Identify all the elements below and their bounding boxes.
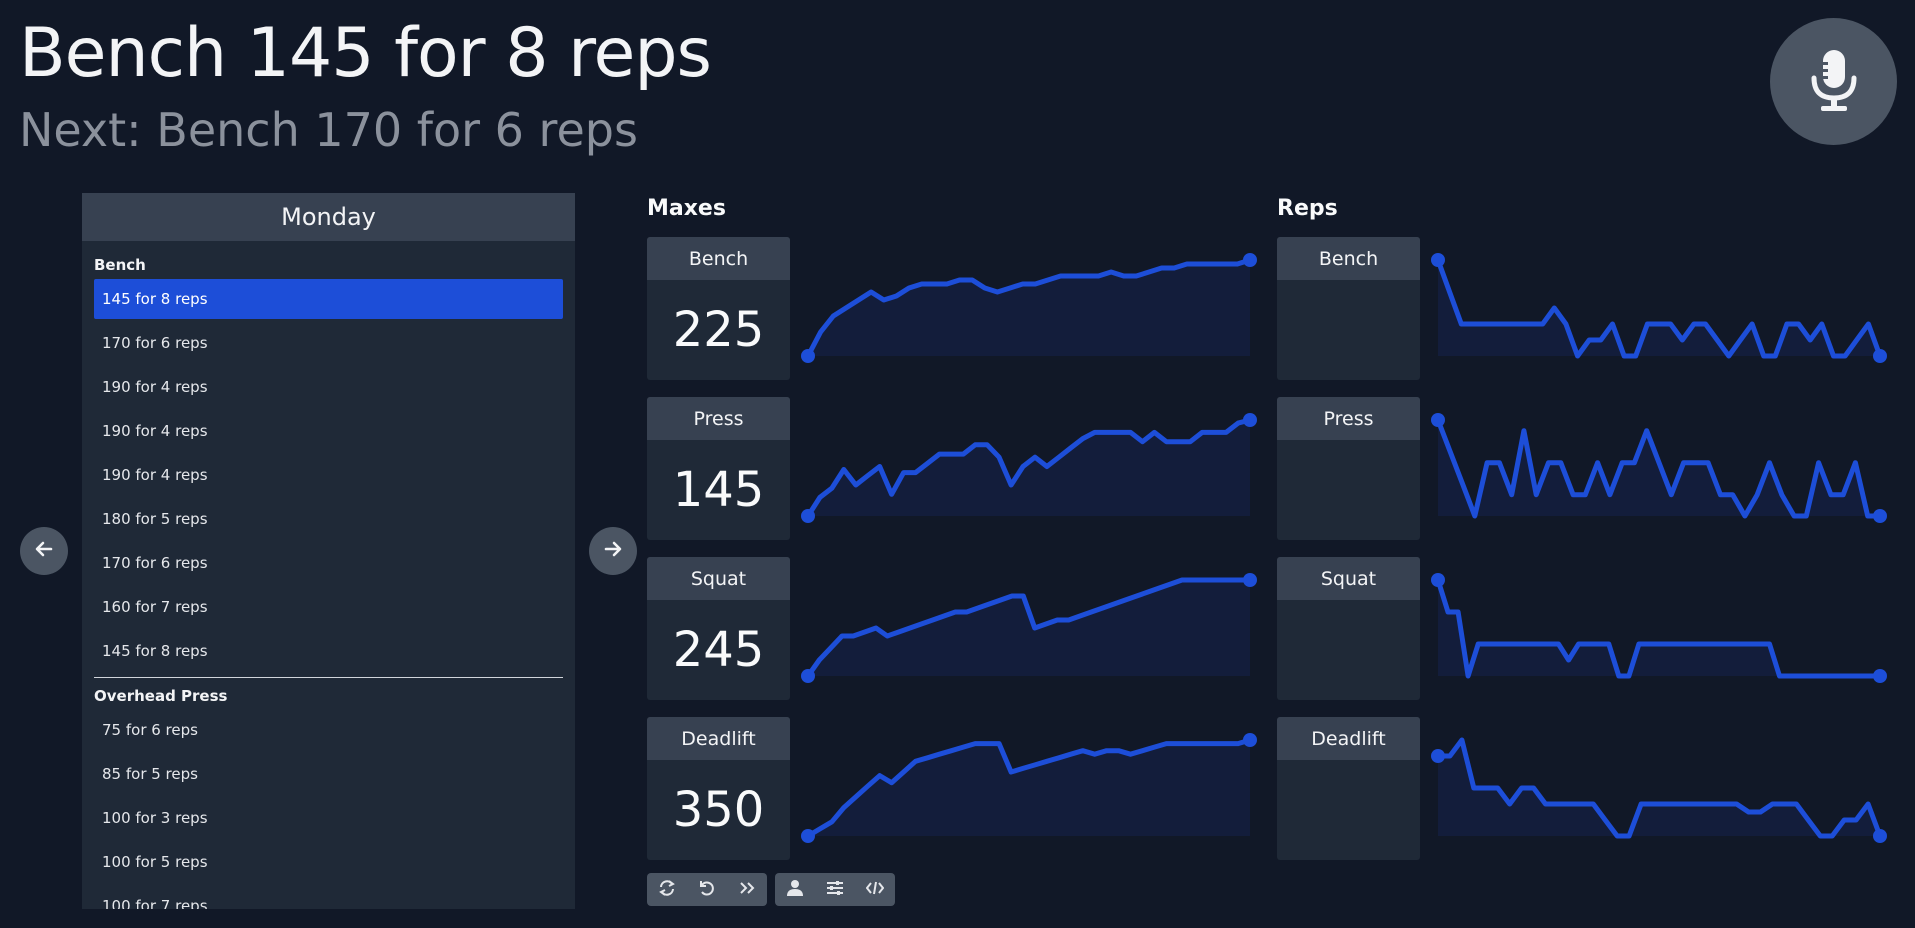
sparkline-end-point (1873, 509, 1887, 523)
undo-button[interactable] (687, 873, 727, 906)
reps-card-label: Deadlift (1277, 717, 1420, 760)
deadlift-max-chart (801, 733, 1257, 843)
next-day-button[interactable] (589, 527, 637, 575)
sparkline-area (808, 740, 1250, 836)
squat-reps-chart (1431, 573, 1887, 683)
arrow-left-icon (35, 540, 53, 562)
next-set-subtitle: Next: Bench 170 for 6 reps (19, 103, 638, 157)
set-list-item[interactable]: 100 for 5 reps (94, 842, 563, 882)
sparkline-area (808, 260, 1250, 356)
bench-max-chart (801, 253, 1257, 363)
reps-card-label: Bench (1277, 237, 1420, 280)
code-icon (865, 879, 885, 901)
deadlift-reps-chart (1431, 737, 1887, 843)
toolbar-group-session (647, 873, 767, 906)
sparkline-start-point (801, 669, 815, 683)
reps-card-squat: Squat (1277, 557, 1420, 700)
day-panel: Monday Bench 145 for 8 reps 170 for 6 reps… (82, 193, 575, 909)
current-set-title: Bench 145 for 8 reps (19, 14, 712, 93)
sparkline-start-point (1431, 573, 1445, 587)
max-card-deadlift: Deadlift 350 (647, 717, 790, 860)
reps-card-bench: Bench (1277, 237, 1420, 380)
sparkline-start-point (801, 829, 815, 843)
set-list-item[interactable]: 100 for 7 reps (94, 886, 563, 909)
reps-card-deadlift: Deadlift (1277, 717, 1420, 860)
sparkline-area (1438, 740, 1880, 836)
arrow-right-icon (604, 540, 622, 562)
profile-button[interactable] (775, 873, 815, 906)
exercise-group-label: Bench (94, 256, 146, 274)
sliders-icon (826, 879, 844, 901)
sparkline-start-point (1431, 253, 1445, 267)
max-card-bench: Bench 225 (647, 237, 790, 380)
max-card-label: Deadlift (647, 717, 790, 760)
sparkline-end-point (1873, 829, 1887, 843)
reps-card-press: Press (1277, 397, 1420, 540)
sparkline-end-point (1873, 669, 1887, 683)
set-list-item[interactable]: 100 for 3 reps (94, 798, 563, 838)
max-card-value: 145 (672, 462, 765, 518)
group-divider (94, 677, 563, 678)
toolbar-group-settings (775, 873, 895, 906)
maxes-title: Maxes (647, 196, 726, 221)
bench-reps-chart (1431, 253, 1887, 363)
microphone-icon (1808, 48, 1860, 116)
squat-max-chart (801, 573, 1257, 683)
set-list-item[interactable]: 170 for 6 reps (94, 543, 563, 583)
reps-title: Reps (1277, 196, 1338, 221)
sparkline-start-point (1431, 749, 1445, 763)
day-sets: Bench 145 for 8 reps 170 for 6 reps 190 for… (82, 241, 575, 909)
set-list-item[interactable]: 180 for 5 reps (94, 499, 563, 539)
undo-icon (698, 879, 716, 901)
set-list-item[interactable]: 170 for 6 reps (94, 323, 563, 363)
microphone-button[interactable] (1770, 18, 1897, 145)
sparkline-end-point (1243, 413, 1257, 427)
set-list-item[interactable]: 85 for 5 reps (94, 754, 563, 794)
sparkline-end-point (1243, 573, 1257, 587)
set-list-item[interactable]: 190 for 4 reps (94, 411, 563, 451)
user-icon (786, 879, 804, 901)
skip-button[interactable] (727, 873, 767, 906)
previous-day-button[interactable] (20, 527, 68, 575)
refresh-button[interactable] (647, 873, 687, 906)
sparkline-end-point (1243, 733, 1257, 747)
max-card-value: 245 (672, 622, 765, 678)
max-card-press: Press 145 (647, 397, 790, 540)
sparkline-area (1438, 260, 1880, 356)
max-card-value: 225 (672, 302, 765, 358)
sparkline-end-point (1243, 253, 1257, 267)
sparkline-area (1438, 580, 1880, 676)
set-list-item[interactable]: 145 for 8 reps (94, 279, 563, 319)
set-list-item[interactable]: 145 for 8 reps (94, 631, 563, 671)
settings-button[interactable] (815, 873, 855, 906)
max-card-value: 350 (672, 782, 765, 838)
max-card-squat: Squat 245 (647, 557, 790, 700)
sparkline-start-point (801, 509, 815, 523)
set-list-item[interactable]: 75 for 6 reps (94, 710, 563, 750)
code-button[interactable] (855, 873, 895, 906)
press-reps-chart (1431, 413, 1887, 523)
set-list-item[interactable]: 190 for 4 reps (94, 367, 563, 407)
max-card-label: Press (647, 397, 790, 440)
sparkline-start-point (801, 349, 815, 363)
refresh-icon (658, 879, 676, 901)
skip-forward-icon (738, 879, 756, 901)
press-max-chart (801, 413, 1257, 523)
day-name: Monday (82, 193, 575, 241)
max-card-label: Squat (647, 557, 790, 600)
max-card-label: Bench (647, 237, 790, 280)
sparkline-end-point (1873, 349, 1887, 363)
reps-card-label: Press (1277, 397, 1420, 440)
exercise-group-label: Overhead Press (94, 687, 228, 705)
set-list-item[interactable]: 160 for 7 reps (94, 587, 563, 627)
sparkline-start-point (1431, 413, 1445, 427)
reps-card-label: Squat (1277, 557, 1420, 600)
set-list-item[interactable]: 190 for 4 reps (94, 455, 563, 495)
